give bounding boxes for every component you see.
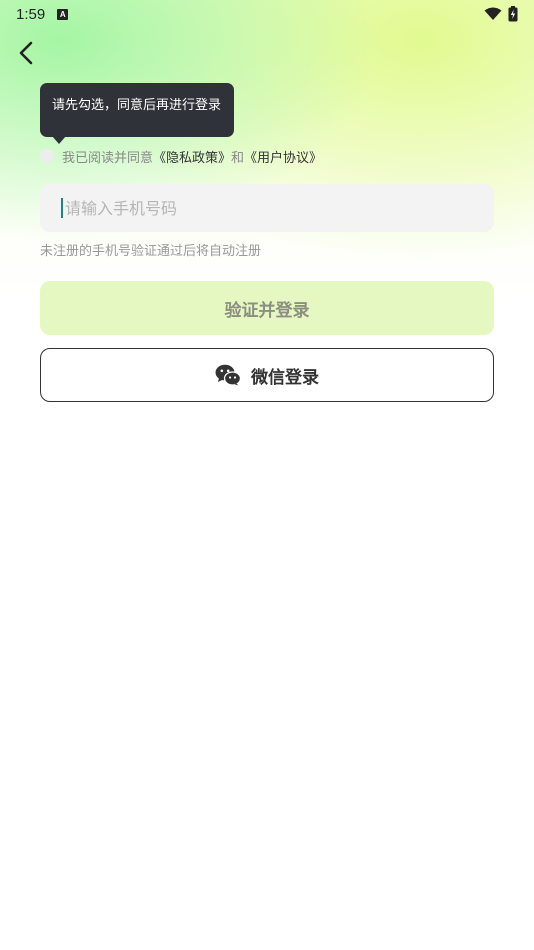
chevron-left-icon	[19, 41, 33, 65]
wechat-login-label: 微信登录	[251, 367, 319, 388]
agreement-and: 和	[231, 150, 245, 166]
battery-charging-icon	[508, 6, 518, 22]
text-caret	[61, 198, 63, 218]
status-bar: 1:59 A	[0, 0, 534, 28]
agreement-prefix: 我已阅读并同意	[62, 150, 154, 166]
auto-register-hint: 未注册的手机号验证通过后将自动注册	[40, 244, 262, 259]
tooltip-arrow	[52, 136, 66, 144]
wifi-icon	[484, 7, 502, 20]
tooltip-text: 请先勾选，同意后再进行登录	[52, 98, 222, 113]
a-notification-icon: A	[57, 8, 69, 20]
user-agreement-link[interactable]: 《用户协议》	[244, 147, 322, 166]
agreement-row: 我已阅读并同意 《隐私政策》 和 《用户协议》	[40, 146, 322, 166]
phone-input[interactable]	[65, 198, 465, 218]
phone-field[interactable]	[40, 184, 494, 232]
agreement-checkbox[interactable]	[40, 149, 54, 163]
back-button[interactable]	[12, 38, 40, 68]
agreement-tooltip: 请先勾选，同意后再进行登录	[40, 83, 234, 144]
wechat-login-button[interactable]: 微信登录	[40, 348, 494, 402]
status-time: 1:59	[16, 5, 46, 23]
wechat-icon	[215, 364, 241, 386]
privacy-policy-link[interactable]: 《隐私政策》	[153, 147, 231, 166]
status-right-icons	[484, 6, 518, 22]
verify-login-button[interactable]: 验证并登录	[40, 281, 494, 335]
